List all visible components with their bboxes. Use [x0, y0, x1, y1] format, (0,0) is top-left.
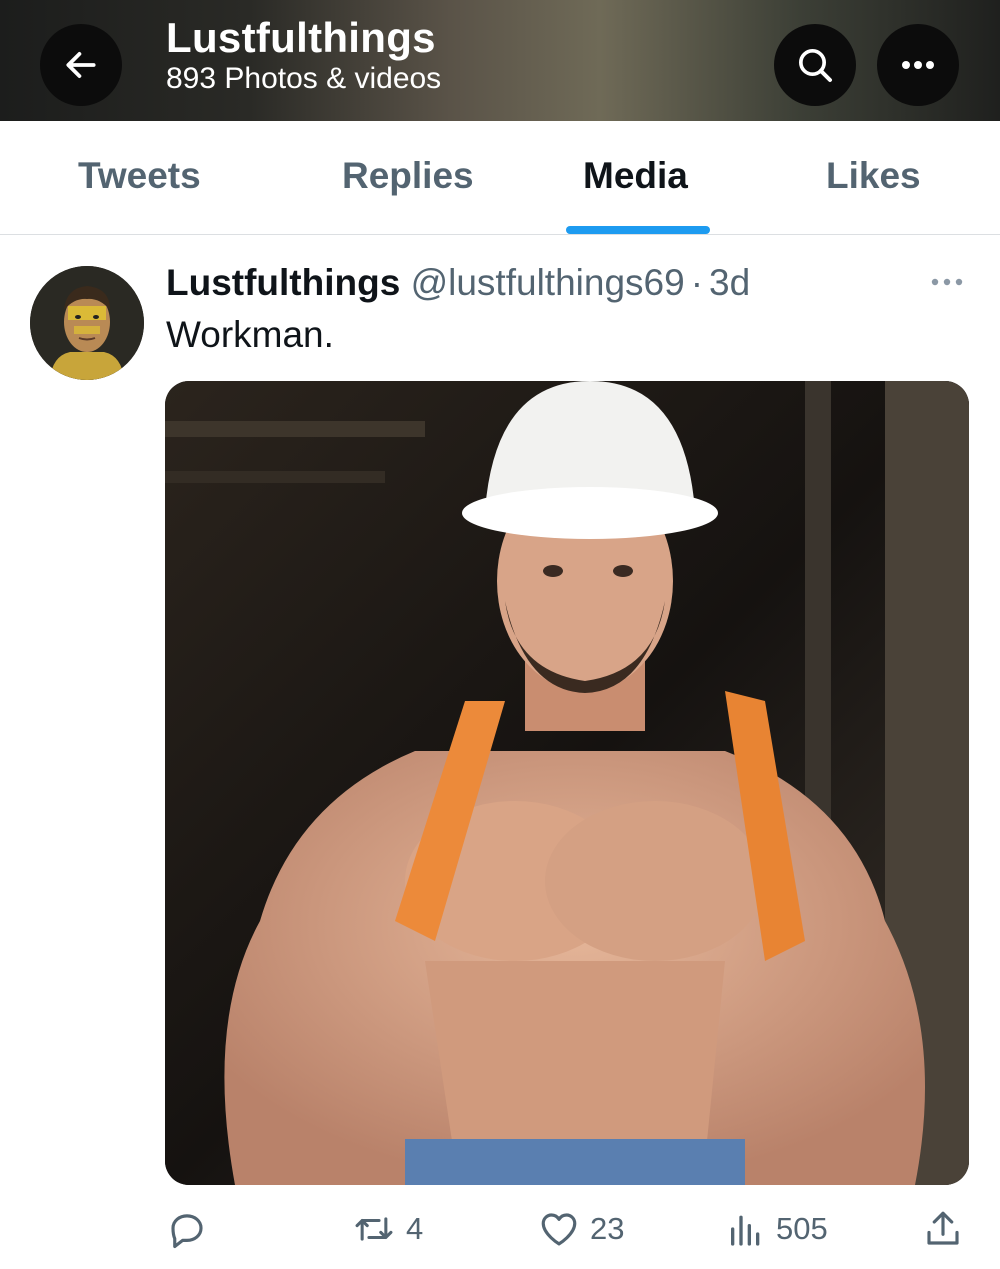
retweet-count: 4 [406, 1211, 424, 1246]
tweet-more-button[interactable] [925, 264, 969, 300]
like-button[interactable]: 23 [538, 1206, 624, 1252]
media-count: 893 Photos & videos [166, 62, 442, 95]
search-button[interactable] [774, 24, 856, 106]
profile-tabs: Tweets Replies Media Likes [0, 121, 1000, 235]
back-button[interactable] [40, 24, 122, 106]
profile-header: Lustfulthings 893 Photos & videos [0, 0, 1000, 121]
search-icon [799, 49, 832, 82]
retweet-button[interactable]: 4 [352, 1206, 423, 1252]
tab-replies[interactable]: Replies [342, 155, 474, 197]
tweet-time[interactable]: 3d [709, 262, 750, 303]
share-icon [927, 1211, 959, 1245]
tweet-media-image[interactable] [165, 381, 969, 1185]
more-horizontal-icon [931, 278, 963, 286]
like-count: 23 [590, 1211, 625, 1246]
heart-icon [541, 1213, 577, 1246]
views-button[interactable]: 505 [726, 1206, 828, 1252]
avatar[interactable] [30, 266, 144, 380]
tab-media[interactable]: Media [583, 155, 688, 197]
tab-tweets[interactable]: Tweets [78, 155, 201, 197]
more-horizontal-icon [902, 61, 934, 69]
arrow-left-icon [66, 52, 96, 78]
share-button[interactable] [922, 1206, 964, 1252]
profile-title: Lustfulthings [166, 14, 436, 61]
view-count: 505 [776, 1211, 828, 1246]
tweet-handle[interactable]: @lustfulthings69 [411, 262, 685, 303]
active-tab-indicator [566, 226, 710, 234]
reply-button[interactable] [166, 1206, 218, 1252]
tab-likes[interactable]: Likes [826, 155, 921, 197]
views-icon [731, 1215, 760, 1246]
tweet-display-name[interactable]: Lustfulthings [166, 262, 400, 303]
reply-icon [171, 1214, 203, 1249]
tweet-header: Lustfulthings @lustfulthings69 · 3d [166, 262, 750, 304]
more-button[interactable] [877, 24, 959, 106]
retweet-icon [355, 1217, 393, 1241]
tweet-text: Workman. [166, 314, 334, 355]
tweet-separator: · [690, 262, 704, 303]
